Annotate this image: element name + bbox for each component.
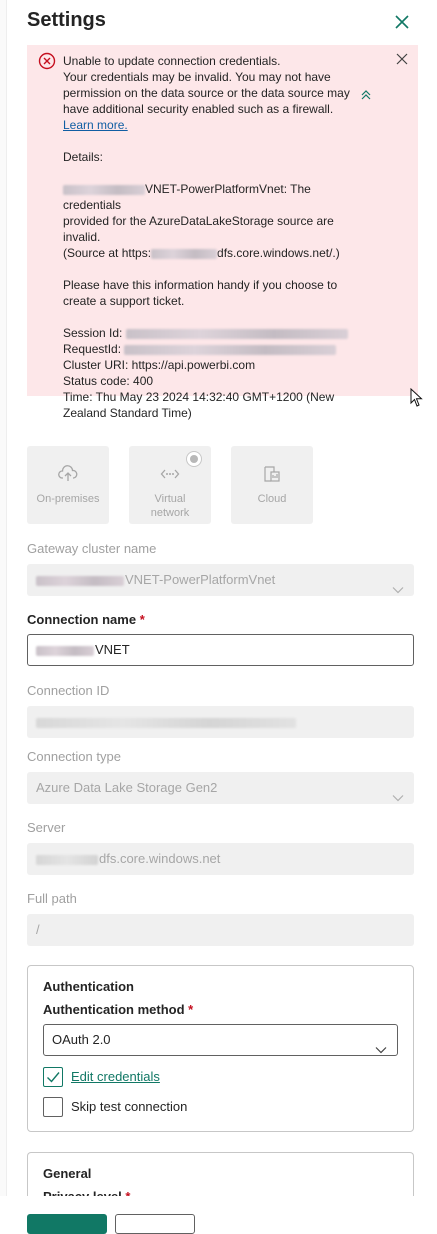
close-icon[interactable] xyxy=(394,14,410,30)
connection-type-dropdown: Azure Data Lake Storage Gen2 xyxy=(27,772,414,804)
chevron-down-icon xyxy=(392,783,404,815)
chevron-down-icon xyxy=(392,575,404,607)
connection-id-field xyxy=(27,706,414,738)
redacted-connection-name xyxy=(36,645,94,656)
panel-title: Settings xyxy=(27,9,106,31)
connection-name-label: Connection name * xyxy=(27,612,145,627)
dismiss-icon[interactable] xyxy=(396,53,408,69)
skip-test-connection-label: Skip test connection xyxy=(71,1099,188,1114)
tile-virtual-network[interactable]: Virtual network xyxy=(129,446,211,524)
full-path-field: / xyxy=(27,914,414,946)
details-source: (Source at https: dfs.core.windows.net/.) xyxy=(63,246,340,260)
collapse-chevron-icon[interactable] xyxy=(360,89,372,105)
status-code: Status code: 400 xyxy=(63,374,154,388)
tile-label-on-premises: On-premises xyxy=(36,493,100,505)
gateway-cluster-label: Gateway cluster name xyxy=(27,541,157,556)
details-message: VNET-PowerPlatformVnet: The credentials xyxy=(63,182,311,212)
cloud-upload-icon xyxy=(58,464,78,487)
redacted-server-prefix xyxy=(36,854,98,865)
authentication-section: Authentication Authentication method * O… xyxy=(27,965,414,1132)
cancel-button[interactable] xyxy=(115,1214,195,1234)
connection-type-label: Connection type xyxy=(27,749,121,764)
connection-name-input[interactable]: VNET xyxy=(27,634,414,666)
error-message-bar: Unable to update connection credentials.… xyxy=(27,45,423,420)
authentication-method-label: Authentication method * xyxy=(43,1002,194,1017)
redacted-session-id xyxy=(125,328,348,339)
edit-credentials-checkbox[interactable] xyxy=(43,1067,63,1087)
skip-test-connection-checkbox[interactable] xyxy=(43,1097,63,1117)
general-heading: General xyxy=(43,1166,92,1181)
cloud-building-icon xyxy=(262,464,282,487)
redacted-request-id xyxy=(124,344,337,355)
error-details: Unable to update connection credentials.… xyxy=(63,53,355,421)
error-title: Unable to update connection credentials. xyxy=(63,54,281,68)
error-circle-icon xyxy=(38,52,56,74)
learn-more-link[interactable]: Learn more. xyxy=(63,118,128,132)
details-line-2: provided for the AzureDataLakeStorage so… xyxy=(63,214,334,244)
authentication-method-dropdown[interactable]: OAuth 2.0 xyxy=(43,1024,398,1056)
session-id: Session Id: xyxy=(63,325,355,341)
gateway-cluster-dropdown: VNET-PowerPlatformVnet xyxy=(27,564,414,596)
authentication-heading: Authentication xyxy=(43,979,134,994)
general-section: General Privacy level * xyxy=(27,1152,414,1202)
connection-id-label: Connection ID xyxy=(27,683,110,698)
error-time: Time: Thu May 23 2024 14:32:40 GMT+1200 … xyxy=(63,390,335,420)
background-page-edge xyxy=(0,0,7,1226)
request-id: RequestId: xyxy=(63,341,355,357)
tile-label-virtual-network: Virtual network xyxy=(150,493,190,519)
redacted-gateway-prefix xyxy=(63,184,145,195)
mouse-pointer-icon xyxy=(410,387,424,412)
tile-label-cloud: Cloud xyxy=(257,493,287,505)
server-field: dfs.core.windows.net xyxy=(27,843,414,875)
full-path-label: Full path xyxy=(27,891,77,906)
tile-selected-radio xyxy=(186,451,202,467)
redacted-storage-account xyxy=(151,248,218,259)
chevron-down-icon xyxy=(375,1036,387,1066)
tile-cloud[interactable]: Cloud xyxy=(231,446,313,524)
redacted-connection-id xyxy=(36,717,296,728)
cluster-uri: Cluster URI: https://api.powerbi.com xyxy=(63,358,256,372)
tile-on-premises[interactable]: On-premises xyxy=(27,446,109,524)
support-note: Please have this information handy if yo… xyxy=(63,278,338,308)
redacted-gateway-name xyxy=(36,575,124,586)
virtual-network-icon xyxy=(160,464,180,487)
save-button[interactable] xyxy=(27,1214,107,1234)
server-label: Server xyxy=(27,820,66,835)
checkmark-icon xyxy=(47,1072,60,1083)
error-description: Your credentials may be invalid. You may… xyxy=(63,70,350,116)
details-label: Details: xyxy=(63,150,104,164)
edit-credentials-link[interactable]: Edit credentials xyxy=(71,1069,160,1084)
